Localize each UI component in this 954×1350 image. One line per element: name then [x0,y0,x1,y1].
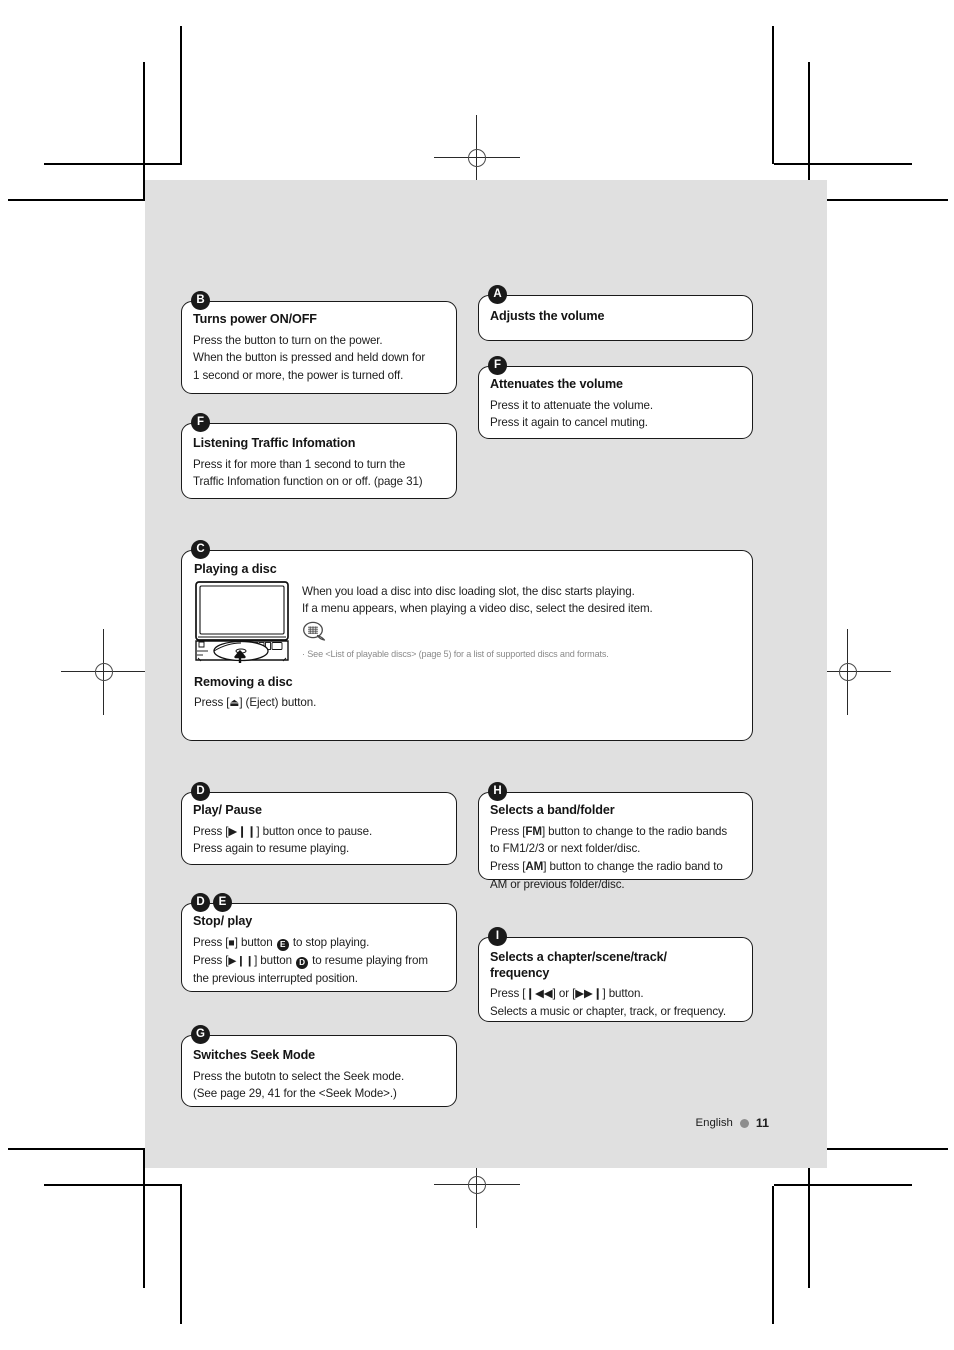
registration-mark-right [805,629,891,715]
callout-attenuates-the-volume: F Attenuates the volume Press it to atte… [478,356,753,439]
callout-badge-group: F [488,356,507,375]
callout-line: Press again to resume playing. [193,842,350,856]
badge-d: D [191,782,210,801]
callout-title: Selects a chapter/scene/track/ [490,950,667,964]
badge-d: D [191,893,210,912]
text-fragment: Press [ [193,953,229,967]
text-fragment: to resume playing from [309,953,428,967]
note-bubble-icon [302,621,740,646]
callout-title-line2: frequency [490,965,550,980]
callout-line: Press [AM] button to change the radio ba… [490,858,741,876]
callout-line: When the button is pressed and held down… [193,351,426,365]
eject-icon: ⏏ [229,697,240,710]
text-fragment: Press [ [490,859,526,873]
callout-listening-traffic-infomation: F Listening Traffic Infomation Press it … [181,413,457,499]
callout-badge-group: D E [191,893,232,912]
callout-title: Turns power ON/OFF [193,312,317,326]
callout-badge-group: A [488,285,507,304]
callout-title: Play/ Pause [193,803,262,817]
callout-line: 1 second or more, the power is turned of… [193,368,404,382]
badge-c: C [191,540,210,559]
badge-f: F [488,356,507,375]
callout-badge-group: G [191,1025,210,1044]
key-label-am: AM [525,859,544,873]
callout-line: If a menu appears, when playing a video … [302,602,653,616]
callout-playing-a-disc: C Playing a disc When you load a disc in… [181,540,753,741]
callout-line: Press it to attenuate the volume. [490,398,653,412]
callout-line: to FM1/2/3 or next folder/disc. [490,842,641,856]
callout-subtitle: Removing a disc [194,674,293,689]
inline-badge-d: D [296,956,309,969]
callout-adjusts-the-volume: A Adjusts the volume [478,285,753,341]
footer-dot-icon [739,1118,749,1128]
callout-line: AM or previous folder/disc. [490,877,625,891]
callout-badge-group: C [191,540,210,559]
callout-badge-group: B [191,291,210,310]
callout-title: Playing a disc [194,562,277,576]
badge-f: F [191,413,210,432]
text-fragment: ] button [234,935,276,949]
badge-a: A [488,285,507,304]
callout-line: Press [❙◀◀] or [▶▶❙] button. [490,987,644,1001]
footer-language: English [695,1117,733,1129]
text-fragment: ] button [254,953,296,967]
callout-title: Listening Traffic Infomation [193,436,356,450]
footer-page-number: 11 [755,1116,769,1130]
callout-title: Stop/ play [193,914,253,928]
text-fragment: Press [ [490,824,526,838]
registration-mark-top [434,115,520,201]
badge-b: B [191,291,210,310]
callout-title: Switches Seek Mode [193,1048,316,1062]
callout-badge-group: H [488,782,507,801]
callout-selects-a-band-folder: H Selects a band/folder Press [FM] butto… [478,782,753,891]
callout-line: Press [FM] button to change to the radio… [490,823,741,841]
callout-title: Adjusts the volume [490,309,605,323]
key-label-fm: FM [525,824,542,838]
text-fragment: to stop playing. [289,935,370,949]
callout-line: Press [■] button E to stop playing. [193,934,445,952]
callout-line: Press the butotn to select the Seek mode… [193,1069,405,1083]
callout-switches-seek-mode: G Switches Seek Mode Press the butotn to… [181,1025,457,1107]
inline-badge-e: E [276,938,289,951]
badge-i: I [488,927,507,946]
badge-e: E [213,893,232,912]
callout-line: Press [⏏] (Eject) button. [194,694,740,712]
registration-mark-bottom [434,1142,520,1228]
callout-line: Press it for more than 1 second to turn … [193,457,406,471]
callout-title: Attenuates the volume [490,377,623,391]
callout-stop-play: D E Stop/ play Press [■] button E to sto… [181,893,457,992]
callout-badge-group: D [191,782,210,801]
callout-line: Traffic Infomation function on or off. (… [193,475,423,489]
text-fragment: ] button to change the radio band to [543,859,723,873]
badge-h: H [488,782,507,801]
manual-page: B Turns power ON/OFF Press the button to… [0,0,954,1350]
callout-line: Selects a music or chapter, track, or fr… [490,1005,726,1019]
car-stereo-illustration [194,580,290,663]
callout-title: Selects a band/folder [490,803,615,817]
callout-line: When you load a disc into disc loading s… [302,584,635,598]
text-fragment: ] button to change to the radio bands [541,824,728,838]
registration-mark-left [61,629,147,715]
callout-badge-group: F [191,413,210,432]
eject-text-suffix: ] (Eject) button. [239,696,317,710]
callout-turns-power-on-off: B Turns power ON/OFF Press the button to… [181,291,457,394]
callout-badge-group: I [488,927,507,946]
callout-line: (See page 29, 41 for the <Seek Mode>.) [193,1087,397,1101]
page-sheet: B Turns power ON/OFF Press the button to… [145,180,827,1168]
badge-g: G [191,1025,210,1044]
callout-play-pause: D Play/ Pause Press [▶❙❙] button once to… [181,782,457,865]
play-pause-icon: ▶❙❙ [228,954,255,967]
callout-selects-chapter-scene-track-frequency: I Selects a chapter/scene/track/ frequen… [478,927,753,1022]
page-footer: English 11 [696,1116,769,1130]
callout-line: Press the button to turn on the power. [193,333,383,347]
callout-note: · See <List of playable discs> (page 5) … [302,648,609,659]
callout-line: Press [▶❙❙] button D to resume playing f… [193,952,445,970]
callout-line: Press it again to cancel muting. [490,416,648,430]
callout-line: the previous interrupted position. [193,971,358,985]
text-fragment: Press [ [193,935,229,949]
callout-line: Press [▶❙❙] button once to pause. [193,824,373,838]
eject-text-prefix: Press [ [194,696,230,710]
